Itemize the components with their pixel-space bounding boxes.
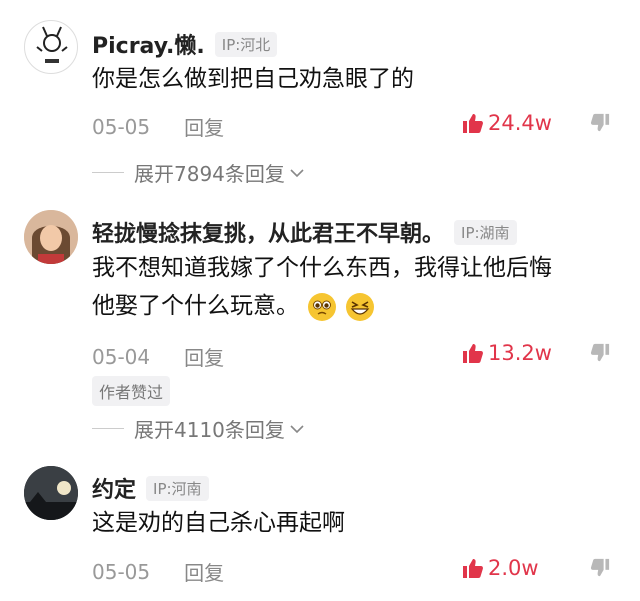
avatar[interactable]: [24, 20, 78, 74]
like-button[interactable]: 13.2w: [462, 341, 552, 365]
comment-text: 你是怎么做到把自己劝急眼了的: [92, 66, 414, 92]
username[interactable]: Picray.懒.: [92, 28, 205, 60]
rabbit-avatar-icon: [36, 26, 68, 63]
dislike-button[interactable]: [590, 343, 610, 367]
thumbs-up-icon: [463, 344, 483, 363]
portrait-avatar-icon: [24, 210, 78, 264]
expand-replies[interactable]: 展开4110条回复: [92, 414, 305, 443]
expand-replies-label: 展开4110条回复: [134, 418, 285, 442]
comment-text-line-2: 他娶了个什么玩意。: [92, 293, 299, 319]
dislike-button[interactable]: [590, 113, 610, 137]
like-count: 24.4w: [488, 111, 552, 135]
avatar[interactable]: [24, 466, 78, 520]
comment-date: 05-05: [92, 559, 151, 584]
divider: [92, 428, 124, 429]
reply-button[interactable]: 回复: [184, 557, 224, 586]
comment-text: 我不想知道我嫁了个什么东西，我得让他后悔 他娶了个什么玩意。: [92, 255, 552, 321]
expand-replies-label: 展开7894条回复: [134, 162, 285, 186]
chevron-down-icon: [290, 168, 304, 177]
chevron-down-icon: [290, 424, 304, 433]
comment-date: 05-04: [92, 344, 151, 369]
thumbs-up-icon: [463, 114, 483, 133]
like-count: 2.0w: [488, 556, 539, 580]
comment-meta: 05-05 回复: [92, 557, 224, 586]
name-row: 约定 IP:河南: [92, 472, 209, 504]
like-button[interactable]: 24.4w: [462, 111, 552, 135]
avatar[interactable]: [24, 210, 78, 264]
ip-location-tag: IP:河南: [146, 475, 209, 501]
username[interactable]: 约定: [92, 472, 136, 504]
like-button[interactable]: 2.0w: [462, 556, 539, 580]
reply-button[interactable]: 回复: [184, 342, 224, 371]
comment-meta: 05-04 回复: [92, 342, 224, 371]
ip-location-tag: IP:湖南: [454, 219, 517, 245]
thumbs-down-icon: [590, 558, 610, 577]
expand-replies[interactable]: 展开7894条回复: [92, 158, 305, 187]
landscape-avatar-icon: [24, 466, 78, 520]
author-liked-badge: 作者赞过: [92, 376, 171, 406]
divider: [92, 172, 124, 173]
comment-date: 05-05: [92, 114, 151, 139]
grinning-squint-emoji: [345, 292, 374, 321]
thumbs-down-icon: [590, 113, 610, 132]
thumbs-up-icon: [463, 559, 483, 578]
name-row: Picray.懒. IP:河北: [92, 28, 278, 60]
pleading-face-emoji: [308, 292, 337, 321]
thumbs-down-icon: [590, 343, 610, 362]
ip-location-tag: IP:河北: [214, 31, 278, 57]
comment-text: 这是劝的自己杀心再起啊: [92, 510, 345, 536]
comment-meta: 05-05 回复: [92, 112, 224, 141]
dislike-button[interactable]: [590, 558, 610, 582]
reply-button[interactable]: 回复: [184, 112, 224, 141]
name-row: 轻拢慢捻抹复挑，从此君王不早朝。 IP:湖南: [92, 216, 517, 248]
like-count: 13.2w: [488, 341, 552, 365]
username[interactable]: 轻拢慢捻抹复挑，从此君王不早朝。: [92, 216, 444, 248]
